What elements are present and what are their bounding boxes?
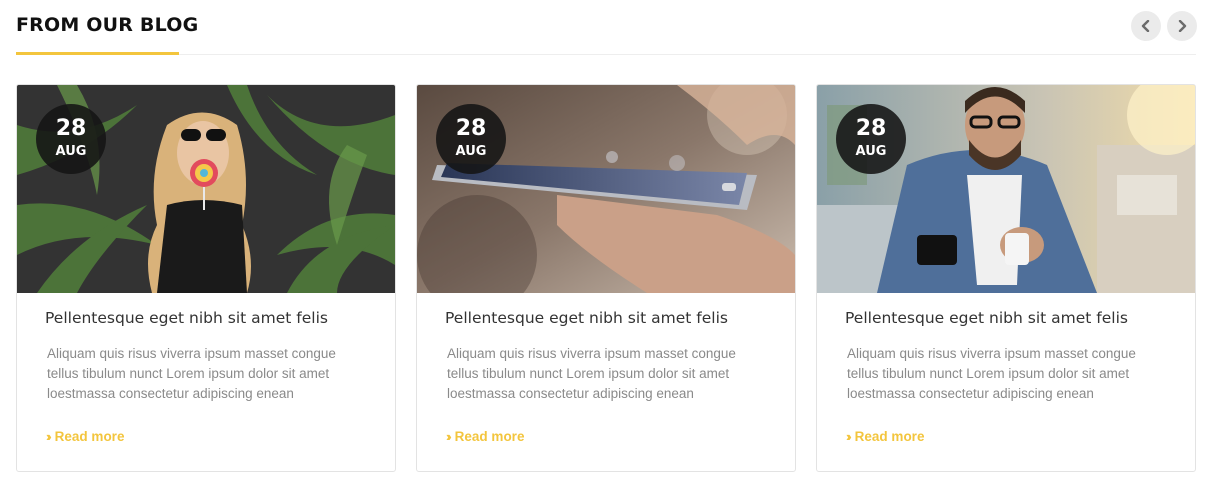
read-more-link[interactable]: ›› Read more [46, 429, 124, 444]
date-day: 28 [855, 116, 887, 141]
blog-post-list: 28 AUG Pellentesque eget nibh sit amet f… [16, 84, 1196, 472]
read-more-link[interactable]: ›› Read more [846, 429, 924, 444]
double-chevron-right-icon: ›› [846, 429, 851, 444]
blog-post-card[interactable]: 28 AUG Pellentesque eget nibh sit amet f… [816, 84, 1196, 472]
date-badge: 28 AUG [436, 104, 506, 174]
carousel-prev-button[interactable] [1131, 11, 1161, 41]
read-more-label: Read more [454, 429, 525, 444]
carousel-next-button[interactable] [1167, 11, 1197, 41]
date-month: AUG [455, 144, 487, 159]
post-excerpt: Aliquam quis risus viverra ipsum masset … [447, 346, 736, 401]
date-day: 28 [455, 116, 487, 141]
date-badge: 28 AUG [36, 104, 106, 174]
section-title: FROM OUR BLOG [16, 14, 199, 36]
read-more-label: Read more [54, 429, 125, 444]
date-month: AUG [855, 144, 887, 159]
double-chevron-right-icon: ›› [446, 429, 451, 444]
read-more-label: Read more [854, 429, 925, 444]
read-more-link[interactable]: ›› Read more [446, 429, 524, 444]
date-day: 28 [55, 116, 87, 141]
date-badge: 28 AUG [836, 104, 906, 174]
post-excerpt: Aliquam quis risus viverra ipsum masset … [847, 346, 1136, 401]
post-title[interactable]: Pellentesque eget nibh sit amet felis [445, 309, 728, 327]
double-chevron-right-icon: ›› [46, 429, 51, 444]
blog-section-header: FROM OUR BLOG [16, 0, 1197, 55]
blog-post-card[interactable]: 28 AUG Pellentesque eget nibh sit amet f… [16, 84, 396, 472]
title-underline [16, 52, 179, 55]
post-title[interactable]: Pellentesque eget nibh sit amet felis [45, 309, 328, 327]
post-title[interactable]: Pellentesque eget nibh sit amet felis [845, 309, 1128, 327]
chevron-right-icon [1178, 20, 1187, 32]
blog-post-card[interactable]: 28 AUG Pellentesque eget nibh sit amet f… [416, 84, 796, 472]
chevron-left-icon [1141, 20, 1150, 32]
date-month: AUG [55, 144, 87, 159]
post-excerpt: Aliquam quis risus viverra ipsum masset … [47, 346, 336, 401]
